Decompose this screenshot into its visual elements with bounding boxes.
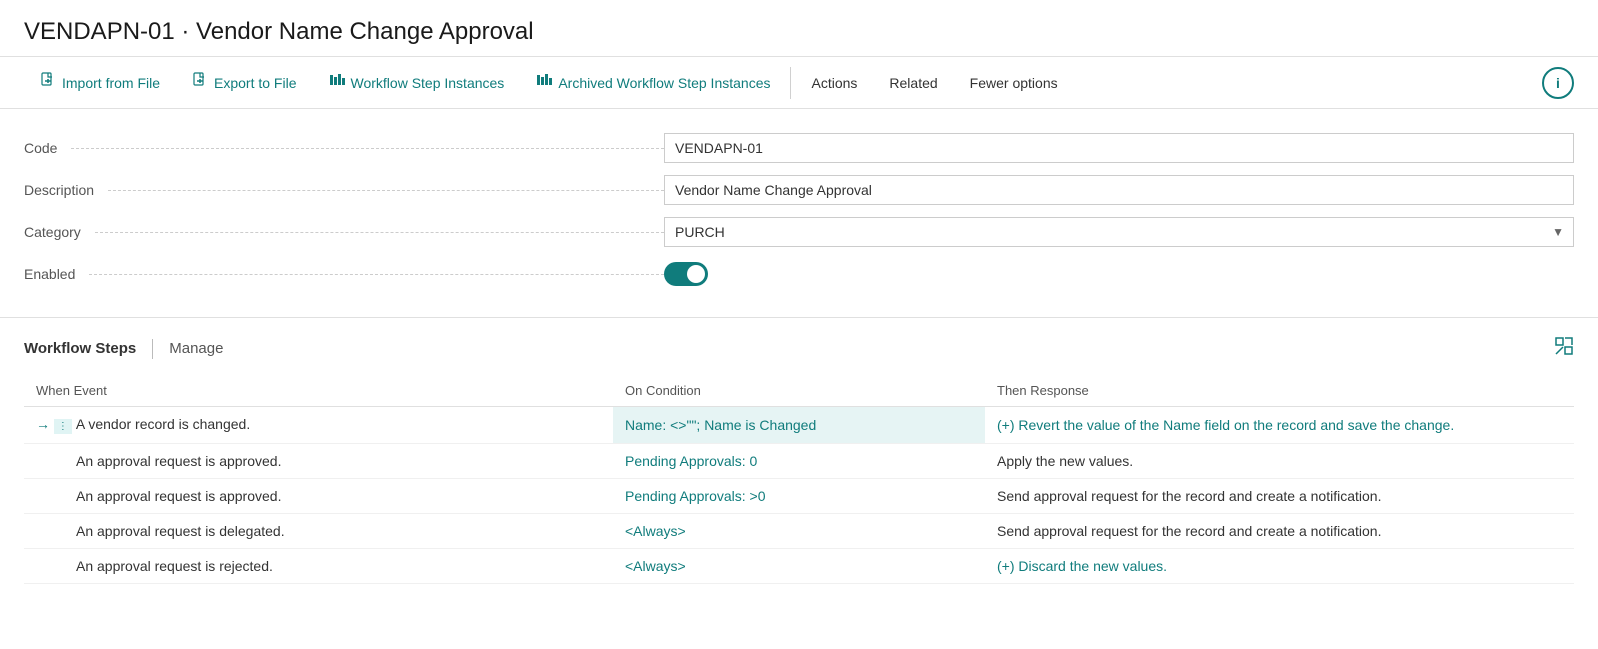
description-field [664, 175, 1574, 205]
table-row: An approval request is approved. Pending … [24, 479, 1574, 514]
actions-button[interactable]: Actions [795, 57, 873, 109]
col-then-response: Then Response [985, 375, 1574, 407]
workflow-step-instances-button[interactable]: Workflow Step Instances [313, 57, 521, 109]
workflow-steps-label: Workflow Step Instances [351, 75, 505, 91]
category-select[interactable]: PURCH [664, 217, 1574, 247]
category-label: Category [24, 224, 664, 240]
code-field [664, 133, 1574, 163]
code-input[interactable] [664, 133, 1574, 163]
export-label: Export to File [214, 75, 296, 91]
archived-workflow-step-instances-button[interactable]: Archived Workflow Step Instances [520, 57, 786, 109]
response-text: Send approval request for the record and… [997, 523, 1381, 539]
code-row: Code [24, 129, 1574, 167]
condition-text[interactable]: <Always> [625, 523, 686, 539]
export-to-file-button[interactable]: Export to File [176, 57, 312, 109]
when-event-text: An approval request is approved. [76, 488, 281, 504]
enabled-row: Enabled [24, 255, 1574, 293]
category-select-wrapper: PURCH ▼ [664, 217, 1574, 247]
workflow-steps-tabs: Workflow Steps Manage [24, 332, 223, 365]
response-text[interactable]: (+) Revert the value of the Name field o… [997, 417, 1454, 433]
when-event-text: An approval request is delegated. [76, 523, 285, 539]
description-input[interactable] [664, 175, 1574, 205]
condition-text[interactable]: Pending Approvals: 0 [625, 453, 757, 469]
row-arrow-icon: → [36, 416, 54, 432]
page-title: VENDAPN-01 · Vendor Name Change Approval [0, 0, 1598, 57]
when-event-text: A vendor record is changed. [76, 416, 250, 432]
category-row: Category PURCH ▼ [24, 213, 1574, 251]
response-text[interactable]: (+) Discard the new values. [997, 558, 1167, 574]
category-field: PURCH ▼ [664, 217, 1574, 247]
info-button[interactable]: i [1542, 67, 1574, 99]
fewer-options-label: Fewer options [970, 75, 1058, 91]
response-text: Send approval request for the record and… [997, 488, 1381, 504]
toggle-thumb [687, 265, 705, 283]
fewer-options-button[interactable]: Fewer options [954, 57, 1074, 109]
info-icon: i [1556, 75, 1560, 91]
export-icon [192, 72, 208, 93]
code-label: Code [24, 140, 664, 156]
toolbar-separator [790, 67, 791, 99]
when-event-text: An approval request is rejected. [76, 558, 273, 574]
condition-text[interactable]: Pending Approvals: >0 [625, 488, 766, 504]
toggle-container [664, 262, 1574, 286]
import-icon [40, 72, 56, 93]
table-row: An approval request is delegated. <Always… [24, 514, 1574, 549]
expand-icon[interactable] [1554, 336, 1574, 361]
workflow-steps-tab[interactable]: Workflow Steps [24, 332, 136, 365]
table-row: → ⋮ A vendor record is changed. Name: <>""… [24, 407, 1574, 444]
workflow-table: When Event On Condition Then Response → … [24, 375, 1574, 584]
condition-text[interactable]: Name: <>""; Name is Changed [625, 417, 816, 433]
import-from-file-button[interactable]: Import from File [24, 57, 176, 109]
description-row: Description [24, 171, 1574, 209]
tab-separator [152, 339, 153, 359]
enabled-field [664, 262, 1574, 286]
response-text: Apply the new values. [997, 453, 1133, 469]
related-label: Related [889, 75, 937, 91]
archived-label: Archived Workflow Step Instances [558, 75, 770, 91]
import-label: Import from File [62, 75, 160, 91]
col-when-event: When Event [24, 375, 613, 407]
manage-tab[interactable]: Manage [169, 332, 223, 365]
col-on-condition: On Condition [613, 375, 985, 407]
form-section: Code Description Category PURCH ▼ Enable… [0, 109, 1598, 307]
actions-label: Actions [811, 75, 857, 91]
workflow-steps-icon [329, 72, 345, 93]
when-event-text: An approval request is approved. [76, 453, 281, 469]
archived-icon [536, 72, 552, 93]
enabled-label: Enabled [24, 266, 664, 282]
table-row: An approval request is approved. Pending … [24, 444, 1574, 479]
description-label: Description [24, 182, 664, 198]
drag-handle-icon[interactable]: ⋮ [54, 419, 72, 434]
table-row: An approval request is rejected. <Always>… [24, 549, 1574, 584]
workflow-steps-header: Workflow Steps Manage [0, 317, 1598, 365]
table-header-row: When Event On Condition Then Response [24, 375, 1574, 407]
toolbar: Import from File Export to File Workflow… [0, 57, 1598, 109]
related-button[interactable]: Related [873, 57, 953, 109]
table-section: When Event On Condition Then Response → … [0, 365, 1598, 584]
enabled-toggle[interactable] [664, 262, 708, 286]
condition-text[interactable]: <Always> [625, 558, 686, 574]
